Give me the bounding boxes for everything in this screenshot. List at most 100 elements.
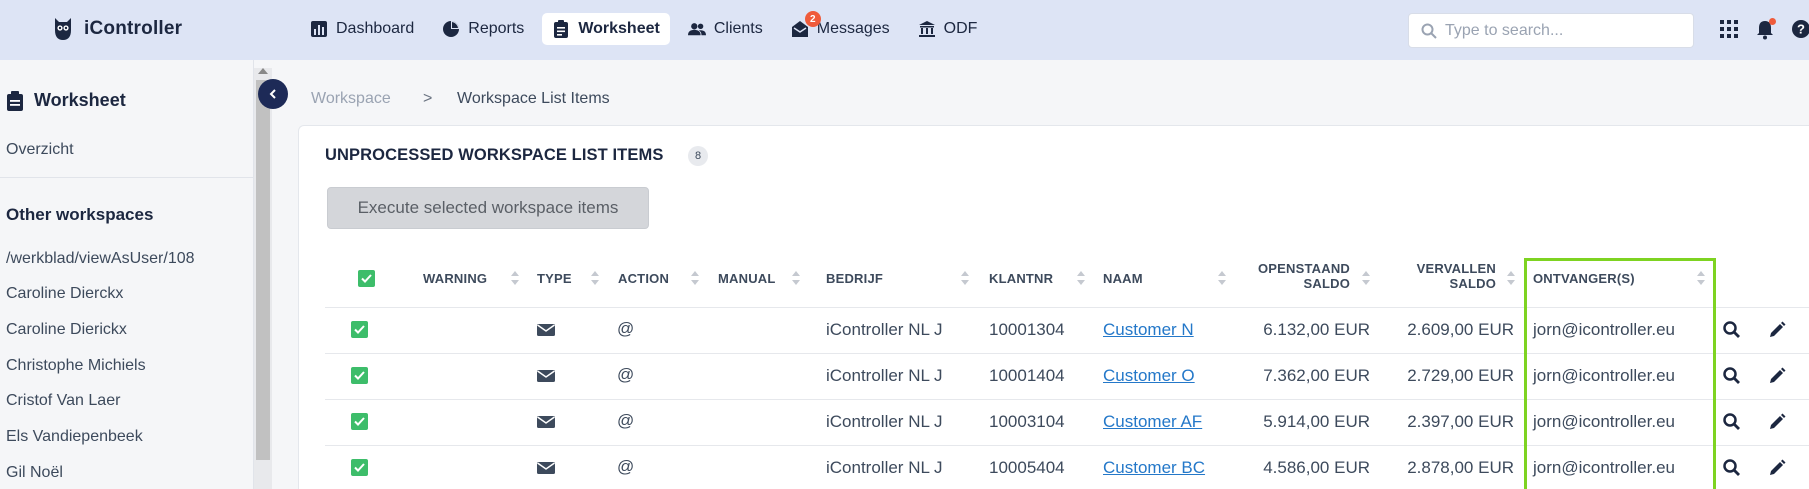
sort-icon[interactable] — [1362, 271, 1370, 285]
check-icon — [354, 325, 365, 334]
row-checkbox[interactable] — [351, 321, 368, 338]
search-icon[interactable] — [1722, 366, 1742, 386]
breadcrumb-workspace[interactable]: Workspace — [311, 90, 391, 108]
cell-action: @ — [617, 457, 635, 476]
execute-selected-button[interactable]: Execute selected workspace items — [327, 187, 649, 229]
search-icon[interactable] — [1722, 412, 1742, 432]
column-label: VERVALLEN — [1416, 261, 1496, 276]
column-warning[interactable]: WARNING — [423, 271, 487, 286]
cell-klantnr: 10001404 — [989, 366, 1065, 385]
nav-label: Worksheet — [578, 20, 660, 37]
customer-link[interactable]: Customer BC — [1103, 458, 1205, 478]
notification-dot — [1769, 18, 1776, 25]
customer-link[interactable]: Customer O — [1103, 366, 1195, 386]
column-klantnr[interactable]: KLANTNR — [989, 271, 1053, 286]
users-icon — [687, 23, 706, 36]
sidebar-scroll-thumb[interactable] — [256, 80, 270, 460]
nav-worksheet[interactable]: Worksheet — [542, 13, 670, 45]
column-label: SALDO — [1303, 276, 1350, 291]
cell-openstaand: 5.914,00 EUR — [1263, 412, 1370, 431]
notifications-button[interactable] — [1754, 18, 1776, 40]
app-name: iController — [84, 18, 183, 39]
column-label: SALDO — [1449, 276, 1496, 291]
sidebar-item-workspace[interactable]: Gil Noël — [6, 464, 63, 482]
check-icon — [354, 463, 365, 472]
column-type[interactable]: TYPE — [537, 271, 572, 286]
search-input[interactable] — [1445, 21, 1685, 40]
cell-openstaand: 4.586,00 EUR — [1263, 458, 1370, 477]
cell-openstaand: 6.132,00 EUR — [1263, 320, 1370, 339]
help-icon[interactable]: ? — [1790, 18, 1809, 40]
pencil-icon[interactable] — [1767, 366, 1787, 386]
search-icon[interactable] — [1722, 458, 1742, 478]
sidebar — [0, 60, 254, 489]
sort-icon[interactable] — [691, 271, 699, 285]
column-openstaand-saldo[interactable]: OPENSTAAND SALDO — [1250, 261, 1350, 291]
pencil-icon[interactable] — [1767, 320, 1787, 340]
top-navbar: iController Dashboard Reports Worksheet … — [0, 0, 1809, 60]
sidebar-item-workspace[interactable]: Christophe Michiels — [6, 357, 146, 375]
row-checkbox[interactable] — [351, 413, 368, 430]
sort-icon[interactable] — [961, 271, 969, 285]
search-box[interactable] — [1408, 13, 1694, 48]
sidebar-item-workspace[interactable]: Els Vandiepenbeek — [6, 428, 143, 446]
select-all-checkbox[interactable] — [358, 270, 375, 287]
sidebar-item-workspace[interactable]: Cristof Van Laer — [6, 392, 120, 410]
chart-icon — [311, 21, 327, 37]
sidebar-title-text: Worksheet — [34, 90, 126, 110]
customer-link[interactable]: Customer AF — [1103, 412, 1202, 432]
sidebar-item-overview[interactable]: Overzicht — [6, 141, 74, 159]
cell-klantnr: 10001304 — [989, 320, 1065, 339]
nav-label: Clients — [713, 20, 763, 37]
nav-odf[interactable]: ODF — [908, 13, 988, 45]
cell-vervallen: 2.609,00 EUR — [1407, 320, 1514, 339]
sidebar-item-workspace[interactable]: Caroline Dierickx — [6, 321, 127, 339]
sort-icon[interactable] — [591, 271, 599, 285]
column-vervallen-saldo[interactable]: VERVALLEN SALDO — [1398, 261, 1496, 291]
cell-action: @ — [617, 319, 635, 338]
collapse-sidebar-button[interactable] — [258, 79, 288, 109]
column-bedrijf[interactable]: BEDRIJF — [826, 271, 883, 286]
sidebar-item-workspace[interactable]: /werkblad/viewAsUser/108 — [6, 250, 195, 268]
apps-grid-icon[interactable] — [1718, 18, 1740, 40]
cell-klantnr: 10005404 — [989, 458, 1065, 477]
email-type-icon — [537, 416, 555, 428]
messages-badge: 2 — [804, 11, 821, 27]
nav-reports[interactable]: Reports — [432, 13, 534, 45]
bank-icon — [918, 21, 935, 37]
app-logo[interactable]: iController — [52, 16, 182, 42]
owl-logo-icon — [55, 18, 71, 40]
cell-vervallen: 2.397,00 EUR — [1407, 412, 1514, 431]
cell-action: @ — [617, 411, 635, 430]
scroll-up-arrow-icon[interactable] — [258, 68, 268, 74]
nav-messages[interactable]: 2 Messages — [781, 11, 900, 45]
sort-icon[interactable] — [511, 271, 519, 285]
pencil-icon[interactable] — [1767, 458, 1787, 478]
sort-icon[interactable] — [792, 271, 800, 285]
row-checkbox[interactable] — [351, 459, 368, 476]
sidebar-title: Worksheet — [6, 90, 126, 111]
breadcrumb-separator: > — [423, 90, 433, 107]
sort-icon[interactable] — [1507, 271, 1515, 285]
nav-label: Reports — [468, 20, 525, 37]
ontvangers-column-highlight — [1524, 258, 1716, 489]
clipboard-icon — [7, 90, 23, 111]
check-icon — [361, 274, 372, 283]
pencil-icon[interactable] — [1767, 412, 1787, 432]
row-checkbox[interactable] — [351, 367, 368, 384]
column-action[interactable]: ACTION — [618, 271, 669, 286]
sidebar-divider — [0, 177, 254, 178]
customer-link[interactable]: Customer N — [1103, 320, 1194, 340]
sort-icon[interactable] — [1077, 271, 1085, 285]
cell-vervallen: 2.878,00 EUR — [1407, 458, 1514, 477]
breadcrumb-current: Workspace List Items — [457, 90, 610, 107]
sort-icon[interactable] — [1218, 271, 1226, 285]
nav-clients[interactable]: Clients — [678, 13, 773, 45]
nav-label: Dashboard — [336, 20, 415, 37]
column-naam[interactable]: NAAM — [1103, 271, 1143, 286]
column-manual[interactable]: MANUAL — [718, 271, 776, 286]
sidebar-item-workspace[interactable]: Caroline Dierckx — [6, 285, 123, 303]
cell-openstaand: 7.362,00 EUR — [1263, 366, 1370, 385]
search-icon[interactable] — [1722, 320, 1742, 340]
nav-dashboard[interactable]: Dashboard — [300, 13, 424, 45]
